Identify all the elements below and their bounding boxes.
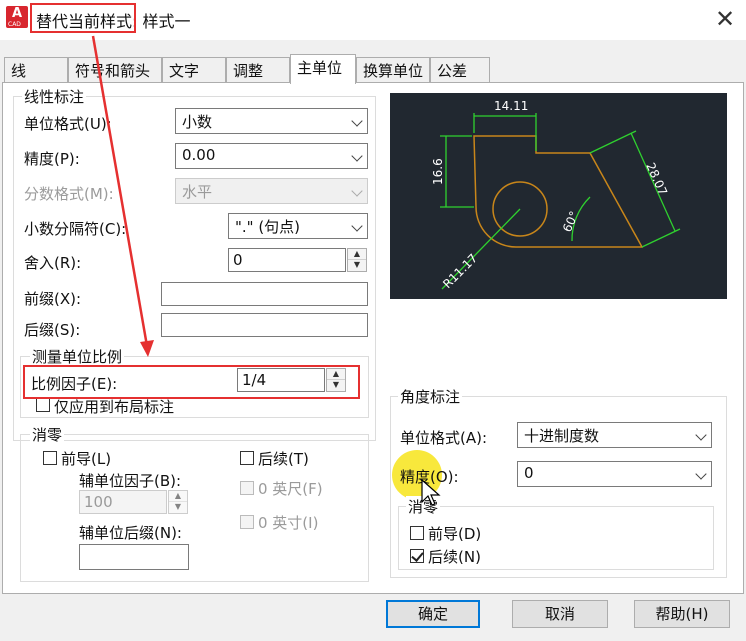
precision-value: 0.00 xyxy=(182,146,216,164)
angular-trailing-label: 后续(N) xyxy=(428,548,481,566)
precision-label: 精度(P): xyxy=(24,150,80,168)
zero-feet-label: 0 英尺(F) xyxy=(258,480,323,498)
spin-down-icon: ▼ xyxy=(174,502,182,511)
unit-format-label: 单位格式(U): xyxy=(24,115,112,133)
zero-inches-checkbox xyxy=(240,515,254,529)
prefix-label: 前缀(X): xyxy=(24,290,82,308)
zero-inches-label: 0 英寸(I) xyxy=(258,514,319,532)
round-off-input[interactable]: 0 xyxy=(228,248,346,272)
trailing-zero-checkbox[interactable] xyxy=(240,451,254,465)
tab-tolerances[interactable]: 公差 xyxy=(430,57,490,83)
angular-unit-format-value: 十进制度数 xyxy=(524,427,600,445)
zero-suppression-title: 消零 xyxy=(30,424,65,445)
suffix-label: 后缀(S): xyxy=(24,321,81,339)
angular-leading-checkbox[interactable] xyxy=(410,526,424,540)
sub-unit-factor-label: 辅单位因子(B): xyxy=(79,472,182,490)
help-button[interactable]: 帮助(H) xyxy=(634,600,730,628)
trailing-zero-label: 后续(T) xyxy=(258,450,309,468)
spin-down-icon[interactable]: ▼ xyxy=(348,260,366,271)
dimension-preview-drawing: 14.11 16.6 28.07 60° R11.17 xyxy=(431,99,681,291)
tab-symbols-arrows[interactable]: 符号和箭头 xyxy=(68,57,162,83)
angular-leading-label: 前导(D) xyxy=(428,525,482,543)
fraction-format-select: 水平 xyxy=(175,178,368,204)
leading-zero-label: 前导(L) xyxy=(61,450,112,468)
tab-primary-units[interactable]: 主单位 xyxy=(290,54,356,84)
unit-format-value: 小数 xyxy=(182,113,213,131)
mouse-pointer-icon xyxy=(421,478,441,506)
leading-zero-checkbox[interactable] xyxy=(43,451,57,465)
dim-left-text: 16.6 xyxy=(431,158,445,185)
measurement-scale-title: 测量单位比例 xyxy=(30,346,125,367)
zero-feet-checkbox xyxy=(240,481,254,495)
sub-unit-factor-input: 100 xyxy=(79,490,167,514)
layout-only-checkbox[interactable] xyxy=(36,398,50,412)
sub-unit-suffix-input[interactable] xyxy=(79,544,189,570)
close-button[interactable]: ✕ xyxy=(712,6,738,32)
precision-select[interactable]: 0.00 xyxy=(175,143,368,169)
preview-canvas: 14.11 16.6 28.07 60° R11.17 xyxy=(390,93,727,299)
decimal-separator-value: "." (句点) xyxy=(235,218,301,236)
unit-format-select[interactable]: 小数 xyxy=(175,108,368,134)
sub-unit-factor-spinner: ▲ ▼ xyxy=(168,490,188,514)
chevron-down-icon xyxy=(351,185,363,197)
prefix-input[interactable] xyxy=(161,282,368,306)
dim-top-text: 14.11 xyxy=(494,99,528,113)
tab-text[interactable]: 文字 xyxy=(162,57,226,83)
chevron-down-icon xyxy=(351,150,363,162)
layout-only-label: 仅应用到布局标注 xyxy=(54,398,175,416)
angular-dimensions-title: 角度标注 xyxy=(398,386,463,407)
chevron-down-icon xyxy=(351,115,363,127)
sub-unit-suffix-label: 辅单位后缀(N): xyxy=(79,524,182,542)
angular-precision-value: 0 xyxy=(524,464,534,482)
suffix-input[interactable] xyxy=(161,313,368,337)
cancel-button[interactable]: 取消 xyxy=(512,600,608,628)
tab-lines[interactable]: 线 xyxy=(4,57,68,83)
scale-factor-highlight-box xyxy=(23,365,360,399)
fraction-format-value: 水平 xyxy=(182,183,213,201)
angular-unit-format-label: 单位格式(A): xyxy=(400,429,488,447)
chevron-down-icon xyxy=(351,220,363,232)
ok-button[interactable]: 确定 xyxy=(386,600,480,628)
dim-radius-text: R11.17 xyxy=(440,251,480,291)
title-highlight-box xyxy=(30,3,136,33)
decimal-separator-label: 小数分隔符(C): xyxy=(24,220,127,238)
round-off-spinner[interactable]: ▲ ▼ xyxy=(347,248,367,272)
app-icon-sub: CAD xyxy=(8,21,21,28)
angular-unit-format-select[interactable]: 十进制度数 xyxy=(517,422,712,448)
dim-right-text: 28.07 xyxy=(643,161,670,198)
spin-up-icon[interactable]: ▲ xyxy=(348,249,366,260)
app-icon-letter: A xyxy=(11,6,23,21)
decimal-separator-select[interactable]: "." (句点) xyxy=(228,213,368,239)
tab-fit[interactable]: 调整 xyxy=(226,57,290,83)
linear-dimensions-title: 线性标注 xyxy=(22,86,87,107)
tab-strip: 线 符号和箭头 文字 调整 主单位 换算单位 公差 xyxy=(0,54,746,84)
round-off-label: 舍入(R): xyxy=(24,254,82,272)
chevron-down-icon xyxy=(695,429,707,441)
angular-trailing-checkbox[interactable] xyxy=(410,549,424,563)
spin-up-icon: ▲ xyxy=(169,491,187,502)
autocad-app-icon: A CAD xyxy=(6,6,28,28)
tab-alternate-units[interactable]: 换算单位 xyxy=(356,57,430,83)
close-icon: ✕ xyxy=(714,5,736,33)
angular-precision-select[interactable]: 0 xyxy=(517,461,712,487)
fraction-format-label: 分数格式(M): xyxy=(24,185,114,203)
chevron-down-icon xyxy=(695,468,707,480)
